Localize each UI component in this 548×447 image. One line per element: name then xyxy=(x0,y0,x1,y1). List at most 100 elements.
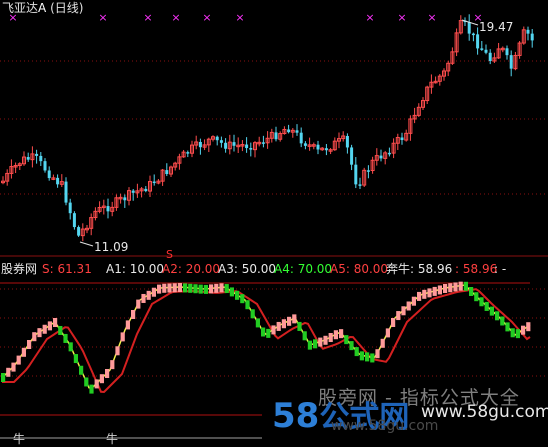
candle-body xyxy=(295,130,299,133)
chart-canvas[interactable]: × × × × × × × × × × 19.4711.09S xyxy=(0,0,548,445)
indicator-bar xyxy=(505,322,510,332)
indicator-bar xyxy=(287,316,292,326)
indicator-bar xyxy=(495,311,500,321)
indicator-bar xyxy=(63,333,68,343)
candle-body xyxy=(488,52,492,62)
indicator-name[interactable]: 股券网 xyxy=(1,262,37,277)
indicator-bar xyxy=(276,321,281,331)
indicator-bar xyxy=(510,328,515,338)
stock-name: 飞亚达 xyxy=(2,1,39,15)
candle-body xyxy=(47,170,51,179)
value-s: S: 61.31 xyxy=(42,262,92,276)
indicator-bar xyxy=(261,327,266,337)
value-a5: A5: 80.00 xyxy=(330,262,389,276)
indicator-bar xyxy=(401,306,406,316)
indicator-bar xyxy=(11,362,16,372)
indicator-bar xyxy=(245,300,250,310)
indicator-bar xyxy=(219,283,224,293)
indicator-bar xyxy=(370,353,375,363)
candle-body xyxy=(505,48,509,56)
indicator-bar xyxy=(146,290,151,300)
indicator-bar xyxy=(110,360,115,370)
indicator-bar xyxy=(463,281,468,291)
indicator-bar xyxy=(94,379,99,389)
indicator-bar xyxy=(313,339,318,349)
candle-body xyxy=(144,188,148,192)
indicator-bars xyxy=(1,281,531,394)
candle-body xyxy=(123,197,127,201)
candle-body xyxy=(303,143,307,146)
indicator-bar xyxy=(385,328,390,338)
value-a3: A3: 50.00 xyxy=(218,262,277,276)
candle-body xyxy=(379,155,383,159)
indicator-bar xyxy=(209,284,214,294)
indicator-bar xyxy=(479,297,484,307)
candle-body xyxy=(358,184,362,186)
candle-body xyxy=(186,152,190,154)
indicator-bar xyxy=(6,367,11,377)
indicator-bar xyxy=(27,340,32,349)
indicator-bar xyxy=(469,287,474,296)
indicator-bar xyxy=(58,325,63,335)
candle-body xyxy=(400,137,404,141)
indicator-bar xyxy=(162,283,167,293)
indicator-bar xyxy=(84,377,89,387)
indicator-bar xyxy=(515,329,520,339)
x-mark-icon: × xyxy=(397,11,406,24)
indicator-bar xyxy=(89,384,94,394)
indicator-bar xyxy=(344,335,349,345)
indicator-bar xyxy=(203,284,208,294)
candle-body xyxy=(152,181,156,184)
indicator-bar xyxy=(323,335,328,345)
indicator-bar xyxy=(151,287,156,297)
candle-body xyxy=(26,157,30,160)
candle-body xyxy=(324,148,328,151)
indicator-bar xyxy=(411,296,416,306)
value-a1: A1: 10.00 xyxy=(106,262,165,276)
candle-body xyxy=(56,177,60,185)
candle-body xyxy=(77,227,81,236)
watermark-url[interactable]: www.58gu.com xyxy=(421,402,548,422)
candle-body xyxy=(245,144,249,149)
candle-body xyxy=(72,213,76,228)
candle-body xyxy=(471,33,475,36)
indicator-bar xyxy=(500,316,505,326)
value-a4: A4: 70.00 xyxy=(274,262,333,276)
candle-body xyxy=(106,206,110,212)
indicator-bar xyxy=(255,318,260,328)
candle-body xyxy=(387,152,391,155)
annotations: 19.47 11.09 S xyxy=(79,19,513,261)
indicator-bar xyxy=(73,354,78,364)
indicator-bar xyxy=(391,318,396,327)
candle-body xyxy=(509,55,513,69)
value-a2: A2: 20.00 xyxy=(162,262,221,276)
candle-body xyxy=(215,136,219,141)
indicator-bar xyxy=(240,294,245,304)
candle-body xyxy=(467,22,471,34)
candle-body xyxy=(484,49,488,53)
candle-body xyxy=(224,142,228,149)
candle-body xyxy=(530,33,534,41)
candle-body xyxy=(165,170,169,175)
indicator-bar xyxy=(328,333,333,343)
indicator-bar xyxy=(406,301,411,311)
indicator-bar xyxy=(489,306,494,316)
indicator-bar xyxy=(292,314,297,324)
indicator-bar xyxy=(318,337,323,347)
indicator-bar xyxy=(42,324,47,334)
candle-body xyxy=(249,148,253,150)
indicator-bar xyxy=(437,285,442,295)
indicator-bar xyxy=(167,283,172,293)
candle-body xyxy=(35,153,39,156)
indicator-bar xyxy=(250,309,255,319)
indicator-bar xyxy=(427,288,432,298)
candle-body xyxy=(64,181,68,203)
indicator-bar xyxy=(115,346,120,356)
indicator-bar xyxy=(417,291,422,301)
low-label: 11.09 xyxy=(94,240,128,254)
candle-body xyxy=(131,190,135,193)
candle-body xyxy=(345,135,349,148)
indicator-bar xyxy=(229,287,234,297)
indicator-bar xyxy=(79,365,84,375)
indicator-bar xyxy=(281,319,286,329)
